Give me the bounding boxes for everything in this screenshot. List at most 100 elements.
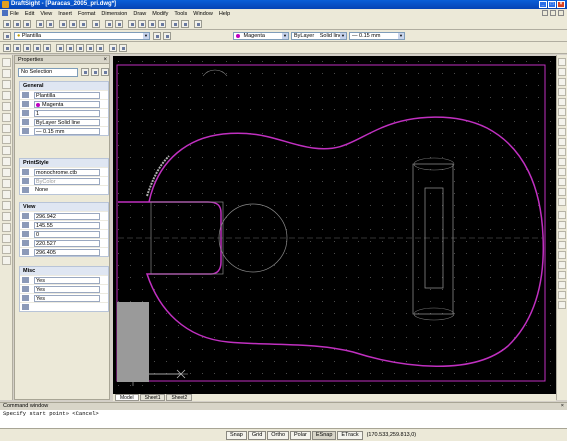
- menu-help[interactable]: Help: [219, 11, 230, 17]
- view-section-title[interactable]: View: [20, 203, 108, 211]
- print-table-field[interactable]: monochrome.ctb: [34, 169, 100, 176]
- color-field[interactable]: Magenta: [34, 101, 100, 108]
- polyline-icon[interactable]: [2, 80, 11, 89]
- redo-icon[interactable]: [115, 20, 123, 28]
- view-center-y-field[interactable]: 145.55: [34, 222, 100, 229]
- quick-select-icon[interactable]: [81, 68, 89, 76]
- command-prompt[interactable]: Specify start point» <Cancel>: [0, 410, 567, 417]
- zoom-window-2-icon[interactable]: [119, 44, 127, 52]
- pattern-icon[interactable]: [558, 98, 566, 106]
- zoom-previous-icon[interactable]: [158, 20, 166, 28]
- snap-nearest-icon[interactable]: [558, 291, 566, 299]
- esnap-toggle[interactable]: ESnap: [311, 430, 337, 440]
- zoom-object-icon[interactable]: [66, 44, 74, 52]
- snap-intersection-icon[interactable]: [558, 261, 566, 269]
- make-block-icon[interactable]: [2, 179, 11, 188]
- menu-view[interactable]: View: [40, 11, 52, 17]
- linestyle-combo[interactable]: ByLayer Solid line ▼: [291, 32, 347, 40]
- layer-manager-icon[interactable]: [3, 32, 11, 40]
- snap-quadrant-icon[interactable]: [558, 251, 566, 259]
- color-combo[interactable]: Magenta ▼: [233, 32, 289, 40]
- infinite-line-icon[interactable]: [2, 69, 11, 78]
- ucs-origin-field[interactable]: Yes: [34, 286, 100, 293]
- hatch-icon[interactable]: [2, 201, 11, 210]
- cut-icon[interactable]: [59, 20, 67, 28]
- zoom-extents-icon[interactable]: [33, 44, 41, 52]
- snap-endpoint-icon[interactable]: [558, 211, 566, 219]
- chamfer-icon[interactable]: [558, 178, 566, 186]
- zoom-all-icon[interactable]: [23, 44, 31, 52]
- fillet-icon[interactable]: [558, 188, 566, 196]
- polar-toggle[interactable]: Polar: [290, 430, 311, 440]
- close-icon[interactable]: ×: [103, 56, 107, 64]
- snap-tangent-icon[interactable]: [558, 281, 566, 289]
- undo-icon[interactable]: [105, 20, 113, 28]
- doc-close-button[interactable]: [558, 10, 564, 16]
- stretch-icon[interactable]: [558, 138, 566, 146]
- offset-icon[interactable]: [558, 88, 566, 96]
- menu-window[interactable]: Window: [193, 11, 213, 17]
- mirror-icon[interactable]: [558, 78, 566, 86]
- close-icon[interactable]: ×: [561, 403, 564, 410]
- insert-block-icon[interactable]: [2, 168, 11, 177]
- break-icon[interactable]: [558, 168, 566, 176]
- help-icon[interactable]: [194, 20, 202, 28]
- snap-midpoint-icon[interactable]: [558, 221, 566, 229]
- menu-format[interactable]: Format: [78, 11, 95, 17]
- save-icon[interactable]: [23, 20, 31, 28]
- match-properties-icon[interactable]: [92, 20, 100, 28]
- paste-icon[interactable]: [79, 20, 87, 28]
- region-icon[interactable]: [2, 212, 11, 221]
- note-icon[interactable]: [2, 234, 11, 243]
- menu-edit[interactable]: Edit: [25, 11, 34, 17]
- spline-icon[interactable]: [2, 135, 11, 144]
- erase-icon[interactable]: [558, 58, 566, 66]
- simple-note-icon[interactable]: [2, 245, 11, 254]
- rotate-icon[interactable]: [558, 118, 566, 126]
- zoom-window-icon[interactable]: [148, 20, 156, 28]
- tab-sheet2[interactable]: Sheet2: [166, 394, 193, 401]
- polygon-icon[interactable]: [2, 91, 11, 100]
- menu-draw[interactable]: Draw: [133, 11, 146, 17]
- view-center-z-field[interactable]: 0: [34, 231, 100, 238]
- tab-model[interactable]: Model: [115, 394, 139, 401]
- snap-clear-icon[interactable]: [558, 301, 566, 309]
- doc-minimize-button[interactable]: [542, 10, 548, 16]
- view-width-field[interactable]: 296.405: [34, 249, 100, 256]
- previous-layer-icon[interactable]: [163, 32, 171, 40]
- explode-icon[interactable]: [558, 198, 566, 206]
- zoom-realtime-icon[interactable]: [138, 20, 146, 28]
- zoom-center-icon[interactable]: [56, 44, 64, 52]
- dimension-icon[interactable]: [2, 256, 11, 265]
- view-height-field[interactable]: 220.527: [34, 240, 100, 247]
- line-icon[interactable]: [2, 58, 11, 67]
- drawing-canvas[interactable]: [113, 56, 556, 394]
- maximize-button[interactable]: □: [548, 1, 556, 8]
- scale-field[interactable]: 1: [34, 110, 100, 117]
- zoom-out-icon[interactable]: [13, 44, 21, 52]
- print-preview-icon[interactable]: [46, 20, 54, 28]
- selection-combo[interactable]: No Selection: [18, 68, 78, 77]
- grid-toggle[interactable]: Grid: [247, 430, 267, 440]
- make-current-layer-icon[interactable]: [153, 32, 161, 40]
- zoom-scale-icon[interactable]: [76, 44, 84, 52]
- menu-tools[interactable]: Tools: [174, 11, 187, 17]
- toggle-pickadd-icon[interactable]: [101, 68, 109, 76]
- elliptical-arc-icon[interactable]: [2, 157, 11, 166]
- misc-section-title[interactable]: Misc: [20, 267, 108, 275]
- extend-icon[interactable]: [558, 158, 566, 166]
- select-objects-icon[interactable]: [91, 68, 99, 76]
- circle-icon[interactable]: [2, 124, 11, 133]
- lineweight-combo[interactable]: — 0.15 mm ▼: [349, 32, 405, 40]
- layers-icon[interactable]: [181, 20, 189, 28]
- ucs-icon-on-field[interactable]: Yes: [34, 277, 100, 284]
- point-icon[interactable]: [2, 190, 11, 199]
- menu-dimension[interactable]: Dimension: [101, 11, 127, 17]
- print-style-field[interactable]: ByColor: [34, 178, 100, 185]
- tab-sheet1[interactable]: Sheet1: [139, 394, 166, 401]
- zoom-dynamic-icon[interactable]: [86, 44, 94, 52]
- copy-icon[interactable]: [69, 20, 77, 28]
- layer-field[interactable]: Plantilla: [34, 92, 100, 99]
- snap-center-icon[interactable]: [558, 231, 566, 239]
- trim-icon[interactable]: [558, 148, 566, 156]
